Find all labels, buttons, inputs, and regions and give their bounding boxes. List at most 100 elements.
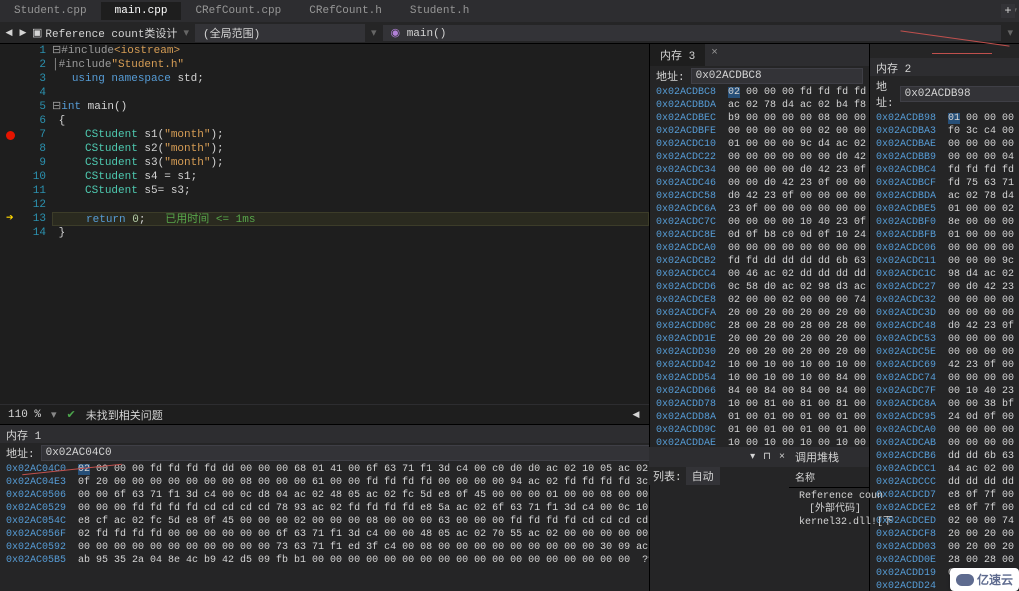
- hex-row: 0x02ACDCCC dd dd dd dd 2e 63 7: [876, 476, 1013, 489]
- hex-row: 0x02ACDCD6 0c 58 d0 ac 02 98 d3 ac 02 c4…: [656, 281, 863, 294]
- hex-row: 0x02ACDC3D 00 00 00 00 00 00 0: [876, 307, 1013, 320]
- hex-row: 0x02ACDC48 d0 42 23 0f 00 00 0: [876, 320, 1013, 333]
- callstack-row[interactable]: Reference coun: [795, 490, 863, 503]
- hex-row: 0x02ACDB98 01 00 00 00 48 e8: [876, 112, 1013, 125]
- hex-row: 0x02ACDBB9 00 00 00 04 00 00 0: [876, 151, 1013, 164]
- memory1-addr-input[interactable]: [41, 445, 753, 461]
- memory2-title: 内存 2: [870, 58, 1019, 76]
- hex-row: 0x02ACDC06 00 00 00 00 00 00 0: [876, 242, 1013, 255]
- scope-function-dropdown[interactable]: main(): [407, 28, 447, 40]
- hex-row: 0x02ACDC95 24 0d 0f 00 00 00 0: [876, 411, 1013, 424]
- auto-dropdown-icon[interactable]: ▾: [750, 451, 755, 463]
- hex-row: 0x02ACDC22 00 00 00 00 00 00 d0 42 23 0f…: [656, 151, 863, 164]
- hex-row: 0x02ACDD30 20 00 20 00 20 00 20 00 48 00…: [656, 346, 863, 359]
- nav-back-icon[interactable]: ◀: [4, 28, 14, 38]
- hex-row: 0x02ACDCB6 dd dd 6b 63 70 f4 27: [876, 450, 1013, 463]
- tab-crefcount-cpp[interactable]: CRefCount.cpp: [181, 2, 295, 20]
- annotation-line: [932, 53, 992, 54]
- hex-row: 0x02ACDCF8 20 00 20 00 20 00 2: [876, 528, 1013, 541]
- memory3-panel: 内存 3 × 地址: 0x02ACDBC8 02 00 00 00 fd fd …: [649, 44, 869, 591]
- hex-row: 0x02ACDBF0 8e 00 00 00 fd fd fd f: [876, 216, 1013, 229]
- hex-row: 0x02ACDC46 00 00 d0 42 23 0f 00 00 00 00…: [656, 177, 863, 190]
- memory3-close-icon[interactable]: ×: [705, 44, 724, 66]
- scroll-left-icon[interactable]: ◀: [631, 410, 641, 420]
- hex-row: 0x02ACDD78 10 00 81 00 81 00 81 00 81 00…: [656, 398, 863, 411]
- hex-row: 0x02ACDCB2 fd fd dd dd dd dd 6b 63 70 f4…: [656, 255, 863, 268]
- hex-row: 0x02ACDC5E 00 00 00 00 00 00 0: [876, 346, 1013, 359]
- new-split-icon[interactable]: +: [1001, 4, 1015, 18]
- callstack-name-header: 名称: [789, 467, 869, 488]
- hex-row: 0x02ACDC58 d0 42 23 0f 00 00 00 00 00 00…: [656, 190, 863, 203]
- memory2-addr-input[interactable]: [900, 86, 1019, 102]
- hex-row: 0x02ACDCA0 00 00 00 00 00 00 0: [876, 424, 1013, 437]
- func-icon: ◉: [391, 28, 407, 40]
- hex-row: 0x02ACDBDA ac 02 78 d4 ac 02 b4 f8 d1 d0…: [656, 99, 863, 112]
- hex-row: 0x02ACDBFE 00 00 00 00 00 02 00 00 02 00…: [656, 125, 863, 138]
- module-icon: ▣: [32, 26, 42, 40]
- hex-row: 0x02ACDBC4 fd fd fd fd 02 00 0: [876, 164, 1013, 177]
- hex-row: 0x02ACDD0E 28 00 28 00 28 00 20: [876, 554, 1013, 567]
- memory2-panel: 内存 2 地址: 0x02ACDB98 01 00 00 00 48 e80x0…: [869, 44, 1019, 591]
- hex-row: 0x02ACDBEC b9 00 00 00 00 08 00 00 00 fd…: [656, 112, 863, 125]
- hex-row: 0x02ACDBCF fd 75 63 71 eb 3c c4: [876, 177, 1013, 190]
- watermark-badge: 亿速云: [950, 568, 1019, 591]
- hex-row: 0x02ACDD54 10 00 10 00 10 00 84 00 84 00…: [656, 372, 863, 385]
- callstack-title: 调用堆栈: [795, 449, 839, 465]
- auto-mode-dropdown[interactable]: 自动: [686, 467, 720, 485]
- hex-row: 0x02ACDC32 00 00 00 00 00 00 d: [876, 294, 1013, 307]
- scope-toolbar: ◀ ▶ ▣ Reference count类设计 ▾ (全局范围) ▾ ◉ ma…: [0, 22, 1019, 44]
- hex-row: 0x02ACDD1E 20 00 20 00 20 00 20 00 20 00…: [656, 333, 863, 346]
- tab-crefcount-h[interactable]: CRefCount.h: [295, 2, 396, 20]
- hex-row: 0x02ACDCED 02 00 00 74 00 00 0: [876, 515, 1013, 528]
- hex-row: 0x02ACDCE2 e8 0f 7f 00 00 0c 58: [876, 502, 1013, 515]
- hex-row: 0x02ACDC53 00 00 00 00 d0 42 2: [876, 333, 1013, 346]
- issues-text: 未找到相关问题: [86, 407, 163, 423]
- code-body[interactable]: ⊟#include<iostream> │#include"Student.h"…: [52, 44, 649, 404]
- hex-row: 0x02ACDCAB 00 00 00 00 00 00 0: [876, 437, 1013, 450]
- breakpoint-icon[interactable]: [6, 131, 15, 140]
- hex-row: 0x02ACDC7F 00 10 40 23 0f 00 00: [876, 385, 1013, 398]
- hex-row: 0x02ACDD8A 01 00 01 00 01 00 01 00 01 00…: [656, 411, 863, 424]
- auto-pin-icon[interactable]: ⊓: [763, 451, 771, 463]
- current-line-arrow-icon: ➔: [6, 213, 14, 223]
- hex-row: 0x02ACDD03 00 20 00 20 00 20 0: [876, 541, 1013, 554]
- memory2-addr-label: 地址:: [876, 78, 894, 110]
- memory3-addr-input[interactable]: [691, 68, 863, 84]
- check-icon: ✔: [67, 408, 76, 422]
- hex-row: 0x02ACDCA0 00 00 00 00 00 00 00 00 00 00…: [656, 242, 863, 255]
- hex-row: 0x02ACDD66 84 00 84 00 84 00 84 00 10 00…: [656, 385, 863, 398]
- tab-student-h[interactable]: Student.h: [396, 2, 483, 20]
- hex-row: 0x02ACDC6A 23 0f 00 00 00 00 00 00 00 00…: [656, 203, 863, 216]
- scope-global-dropdown[interactable]: (全局范围): [195, 24, 365, 42]
- nav-fwd-icon[interactable]: ▶: [18, 28, 28, 38]
- tab-main-cpp[interactable]: main.cpp: [101, 2, 182, 20]
- callstack-row[interactable]: kernel32.dll![下: [795, 516, 863, 529]
- memory1-addr-label: 地址:: [6, 445, 35, 461]
- hex-row: 0x02ACDCC4 00 46 ac 02 dd dd dd dd dd dd…: [656, 268, 863, 281]
- editor-status-bar: 110 % ▾ ✔ 未找到相关问题 ◀: [0, 404, 649, 424]
- hex-row: 0x02ACDBC8 02 00 00 00 fd fd fd fd 75 63…: [656, 86, 863, 99]
- hex-row: 0x02ACDC10 01 00 00 00 9c d4 ac 02 00 00…: [656, 138, 863, 151]
- auto-label: 列表:: [653, 468, 682, 484]
- hex-row: 0x02ACDC74 00 00 00 00 00 00 0: [876, 372, 1013, 385]
- hex-row: 0x02ACDC8A 00 00 38 bf 0d 0f b8: [876, 398, 1013, 411]
- hex-row: 0x02ACDBA3 f0 3c c4 00 08 48 e8: [876, 125, 1013, 138]
- hex-row: 0x02ACDC8E 0d 0f b8 c0 0d 0f 10 24 00 00…: [656, 229, 863, 242]
- callstack-body[interactable]: Reference coun[外部代码]kernel32.dll![下: [789, 488, 869, 531]
- auto-close-icon[interactable]: ×: [779, 452, 785, 463]
- hex-row: 0x02ACDD9C 01 00 01 00 01 00 01 00 01 00…: [656, 424, 863, 437]
- memory3-addr-label: 地址:: [656, 68, 685, 84]
- hex-row: 0x02ACDC7C 00 00 00 00 10 40 23 0f 00 00…: [656, 216, 863, 229]
- memory3-tab[interactable]: 内存 3: [650, 44, 705, 66]
- zoom-level[interactable]: 110 %: [8, 409, 41, 421]
- callstack-row[interactable]: [外部代码]: [795, 503, 863, 516]
- hex-row: 0x02ACDD0C 28 00 28 00 28 00 28 00 20 00…: [656, 320, 863, 333]
- hex-row: 0x02ACDC69 42 23 0f 00 00 00 0: [876, 359, 1013, 372]
- hex-row: 0x02ACDCC1 a4 ac 02 00 46 ac 02: [876, 463, 1013, 476]
- hex-row: 0x02ACDCFA 20 00 20 00 20 00 20 00 20 00…: [656, 307, 863, 320]
- hex-row: 0x02ACDBE5 01 00 00 02 00 00 0: [876, 203, 1013, 216]
- cloud-icon: [956, 574, 974, 586]
- scope-project[interactable]: ▣ Reference count类设计: [32, 25, 177, 41]
- code-editor[interactable]: 1 2 3 4 5 6 7 8 9 10 11 12 ➔13 14 ⊟#incl…: [0, 44, 649, 404]
- tab-student-cpp[interactable]: Student.cpp: [0, 2, 101, 20]
